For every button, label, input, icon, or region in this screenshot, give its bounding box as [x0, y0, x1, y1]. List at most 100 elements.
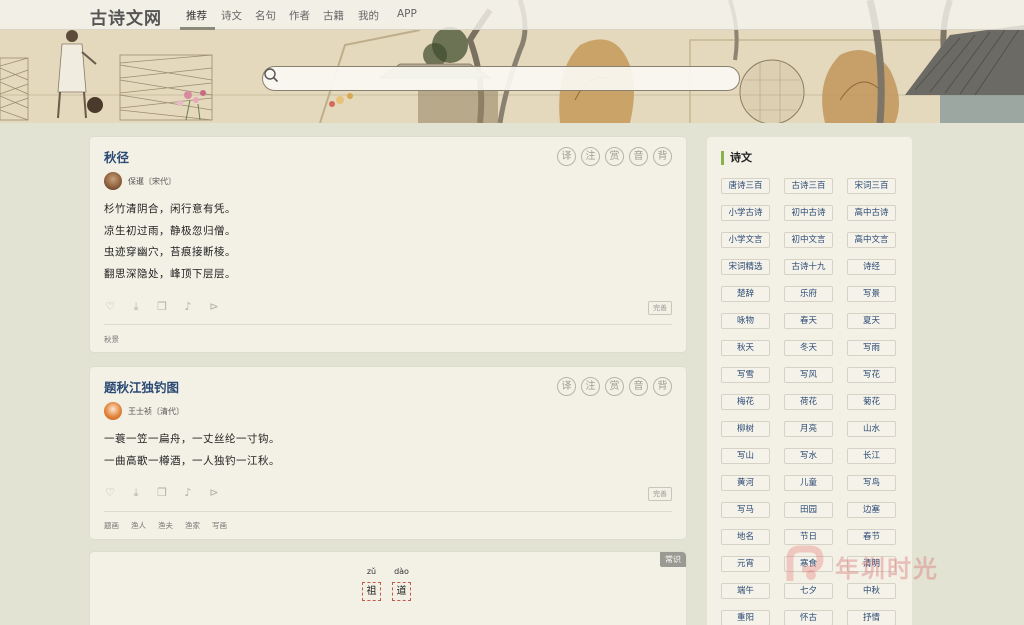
- annotate-icon[interactable]: 注: [581, 377, 600, 396]
- site-logo[interactable]: 古诗文网: [90, 4, 162, 29]
- sidebar-tag[interactable]: 写雪: [721, 367, 770, 383]
- search-icon[interactable]: [263, 67, 279, 83]
- annotate-icon[interactable]: 注: [581, 147, 600, 166]
- sidebar-tag[interactable]: 宋词三百: [847, 178, 896, 194]
- translate-icon[interactable]: 译: [557, 377, 576, 396]
- sidebar-tag[interactable]: 写鸟: [847, 475, 896, 491]
- sidebar-tag[interactable]: 写水: [784, 448, 833, 464]
- sidebar-tag[interactable]: 诗经: [847, 259, 896, 275]
- sidebar-tag[interactable]: 春天: [784, 313, 833, 329]
- sidebar-tag[interactable]: 高中文言: [847, 232, 896, 248]
- sidebar-tag[interactable]: 梅花: [721, 394, 770, 410]
- header-banner: 古诗文网 推荐 诗文 名句 作者 古籍 我的 APP: [0, 0, 1024, 123]
- sidebar-tag[interactable]: 春节: [847, 529, 896, 545]
- download-icon[interactable]: ⤓: [129, 486, 143, 500]
- poem-tag[interactable]: 渔人: [131, 520, 146, 531]
- sidebar-tag[interactable]: 初中文言: [784, 232, 833, 248]
- sidebar-tag[interactable]: 月亮: [784, 421, 833, 437]
- sidebar-tag[interactable]: 写雨: [847, 340, 896, 356]
- sidebar-tag[interactable]: 荷花: [784, 394, 833, 410]
- sidebar-tag[interactable]: 宋词精选: [721, 259, 770, 275]
- sidebar-tag[interactable]: 楚辞: [721, 286, 770, 302]
- sidebar-tag[interactable]: 古诗三百: [784, 178, 833, 194]
- sidebar-tag[interactable]: 冬天: [784, 340, 833, 356]
- sidebar-tag[interactable]: 寒食: [784, 556, 833, 572]
- sidebar-tag[interactable]: 端午: [721, 583, 770, 599]
- heart-icon[interactable]: ♡: [103, 300, 117, 314]
- poem-tag[interactable]: 秋景: [104, 334, 119, 345]
- nav-tab-poems[interactable]: 诗文: [221, 8, 242, 23]
- sidebar-tag[interactable]: 七夕: [784, 583, 833, 599]
- sidebar-tag[interactable]: 乐府: [784, 286, 833, 302]
- heart-icon[interactable]: ♡: [103, 486, 117, 500]
- poem-actions: ♡ ⤓ ❐ ♪ ⊳: [103, 300, 221, 314]
- sidebar-tag[interactable]: 抒情: [847, 610, 896, 625]
- sidebar-tag[interactable]: 长江: [847, 448, 896, 464]
- sidebar-tag[interactable]: 咏物: [721, 313, 770, 329]
- sidebar-tag[interactable]: 写山: [721, 448, 770, 464]
- poem-title[interactable]: 秋径: [104, 147, 129, 166]
- recite-icon[interactable]: 背: [653, 377, 672, 396]
- sidebar-tag[interactable]: 写风: [784, 367, 833, 383]
- next-icon[interactable]: ⊳: [207, 486, 221, 500]
- sidebar-tag[interactable]: 怀古: [784, 610, 833, 625]
- nav-tab-classics[interactable]: 古籍: [323, 8, 344, 23]
- appreciate-icon[interactable]: 赏: [605, 147, 624, 166]
- recite-icon[interactable]: 背: [653, 147, 672, 166]
- complete-button[interactable]: 完善: [648, 487, 672, 501]
- sidebar-tag[interactable]: 山水: [847, 421, 896, 437]
- nav-tab-app[interactable]: APP: [397, 8, 417, 20]
- search-box[interactable]: [262, 66, 740, 91]
- card-divider: [104, 511, 672, 512]
- poem-tag[interactable]: 渔家: [185, 520, 200, 531]
- sidebar-tag[interactable]: 高中古诗: [847, 205, 896, 221]
- sidebar-tag[interactable]: 地名: [721, 529, 770, 545]
- poem-title[interactable]: 题秋江独钓图: [104, 377, 179, 396]
- sidebar-tag[interactable]: 小学古诗: [721, 205, 770, 221]
- audio-icon[interactable]: 音: [629, 147, 648, 166]
- copy-icon[interactable]: ❐: [155, 486, 169, 500]
- avatar[interactable]: [104, 172, 122, 190]
- sidebar-tag[interactable]: 夏天: [847, 313, 896, 329]
- sidebar-tag[interactable]: 菊花: [847, 394, 896, 410]
- speaker-icon[interactable]: ♪: [181, 300, 195, 314]
- sidebar-tag[interactable]: 初中古诗: [784, 205, 833, 221]
- nav-tab-recommend[interactable]: 推荐: [186, 8, 207, 23]
- poem-tag[interactable]: 题画: [104, 520, 119, 531]
- poem-card: 秋径 译 注 赏 音 背 保暹〔宋代〕 杉竹清阴合，闲行意有凭。 凉生初过雨，静…: [90, 137, 686, 352]
- hanzi-char: 祖: [362, 582, 381, 601]
- sidebar-tag[interactable]: 写花: [847, 367, 896, 383]
- audio-icon[interactable]: 音: [629, 377, 648, 396]
- sidebar-tag[interactable]: 写景: [847, 286, 896, 302]
- nav-tab-quotes[interactable]: 名句: [255, 8, 276, 23]
- speaker-icon[interactable]: ♪: [181, 486, 195, 500]
- sidebar-tag[interactable]: 古诗十九: [784, 259, 833, 275]
- sidebar-tag[interactable]: 写马: [721, 502, 770, 518]
- sidebar-tag[interactable]: 节日: [784, 529, 833, 545]
- appreciate-icon[interactable]: 赏: [605, 377, 624, 396]
- download-icon[interactable]: ⤓: [129, 300, 143, 314]
- nav-tab-authors[interactable]: 作者: [289, 8, 310, 23]
- sidebar-tag[interactable]: 儿童: [784, 475, 833, 491]
- next-icon[interactable]: ⊳: [207, 300, 221, 314]
- avatar[interactable]: [104, 402, 122, 420]
- sidebar-tag[interactable]: 中秋: [847, 583, 896, 599]
- poem-tag[interactable]: 写画: [212, 520, 227, 531]
- sidebar-tag[interactable]: 柳树: [721, 421, 770, 437]
- sidebar-tag[interactable]: 黄河: [721, 475, 770, 491]
- author-name[interactable]: 保暹〔宋代〕: [128, 176, 176, 187]
- author-name[interactable]: 王士祯〔清代〕: [128, 406, 184, 417]
- poem-tag[interactable]: 渔夫: [158, 520, 173, 531]
- sidebar-tag[interactable]: 边塞: [847, 502, 896, 518]
- sidebar-tag[interactable]: 唐诗三百: [721, 178, 770, 194]
- sidebar-tag[interactable]: 小学文言: [721, 232, 770, 248]
- sidebar-tag[interactable]: 元宵: [721, 556, 770, 572]
- sidebar-tag[interactable]: 田园: [784, 502, 833, 518]
- translate-icon[interactable]: 译: [557, 147, 576, 166]
- card-divider: [104, 324, 672, 325]
- complete-button[interactable]: 完善: [648, 301, 672, 315]
- sidebar-tag[interactable]: 秋天: [721, 340, 770, 356]
- nav-tab-mine[interactable]: 我的: [358, 8, 379, 23]
- sidebar-tag[interactable]: 重阳: [721, 610, 770, 625]
- copy-icon[interactable]: ❐: [155, 300, 169, 314]
